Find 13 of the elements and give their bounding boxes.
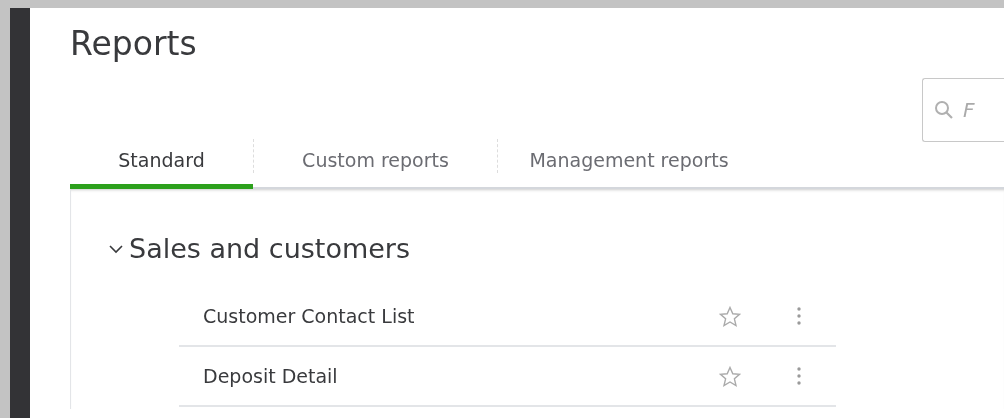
chevron-down-icon: [109, 243, 123, 254]
tab[interactable]: Standard: [70, 126, 253, 189]
star-icon[interactable]: [719, 365, 741, 387]
report-link[interactable]: Deposit Detail: [203, 361, 719, 391]
tab[interactable]: Management reports: [498, 126, 760, 189]
star-icon[interactable]: [719, 305, 741, 327]
page-title: Reports: [70, 24, 198, 64]
search-field[interactable]: F: [922, 78, 1004, 142]
more-icon[interactable]: [797, 307, 801, 326]
more-icon[interactable]: [797, 367, 801, 386]
report-link[interactable]: Customer Contact List: [203, 301, 719, 331]
tab[interactable]: Custom reports: [254, 126, 497, 189]
section-header[interactable]: Sales and customers: [109, 228, 411, 270]
